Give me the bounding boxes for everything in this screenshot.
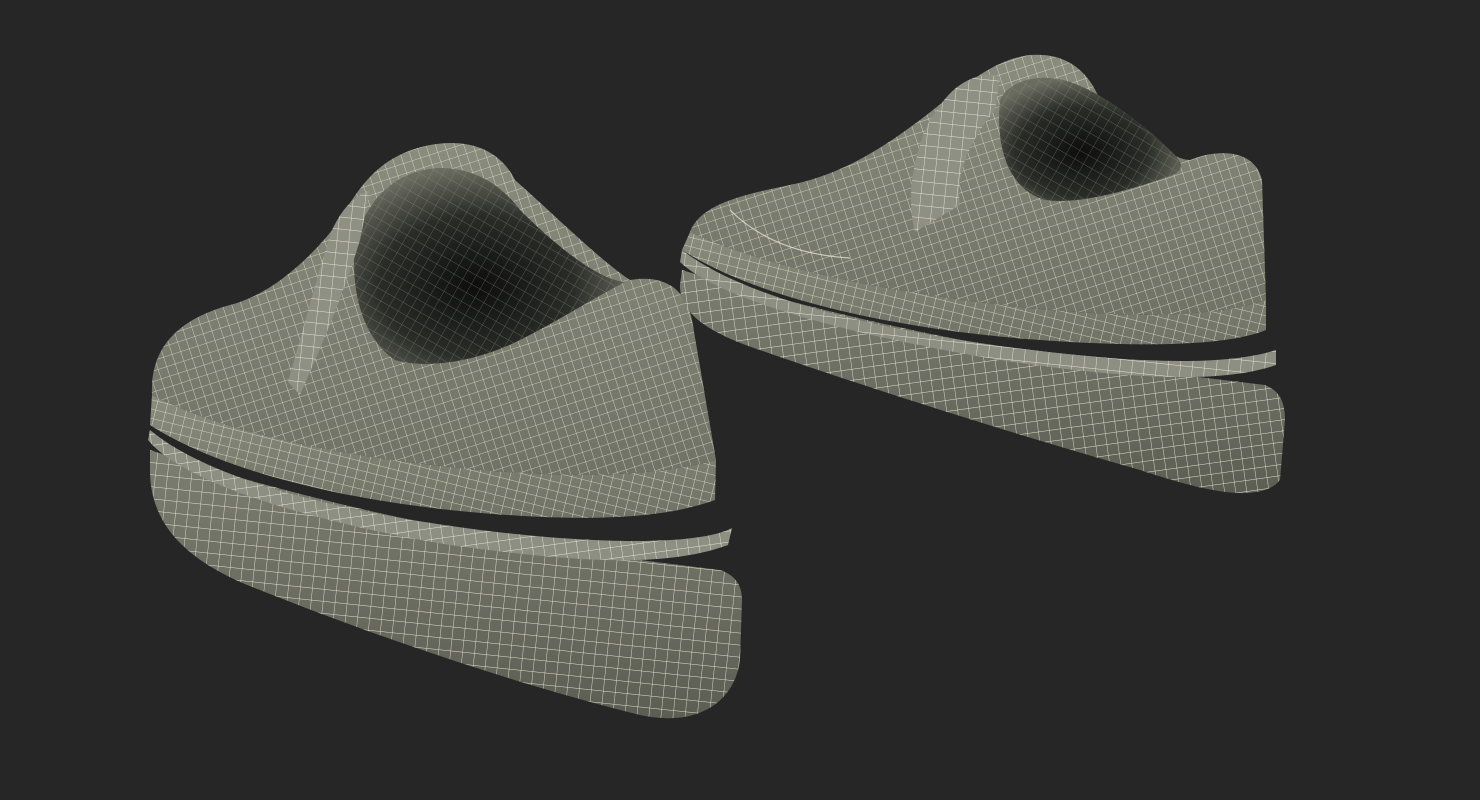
sneaker-right (680, 54, 1285, 494)
scene-canvas (148, 54, 1285, 719)
sneaker-left (148, 143, 742, 719)
render-viewport (0, 0, 1480, 800)
